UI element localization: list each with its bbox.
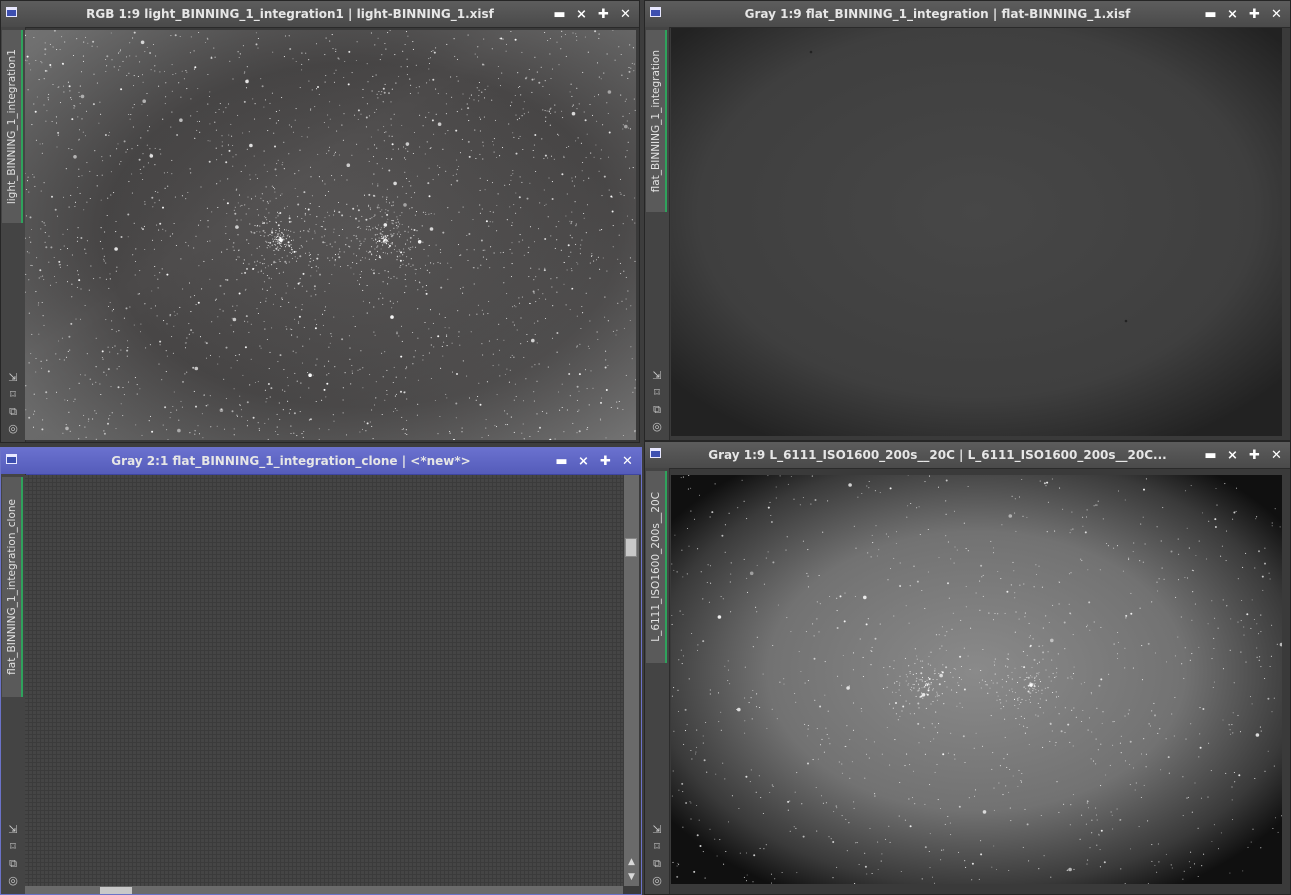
zoom-icon[interactable]: ⌑ bbox=[10, 839, 16, 854]
stf-icon[interactable]: ◎ bbox=[8, 421, 18, 436]
fit-view-icon[interactable]: ⇲ bbox=[8, 370, 17, 385]
window-title: Gray 2:1 flat_BINNING_1_integration_clon… bbox=[111, 454, 471, 468]
image-view[interactable] bbox=[671, 28, 1282, 436]
image-view[interactable] bbox=[25, 475, 623, 886]
image-view[interactable] bbox=[25, 30, 636, 440]
view-tab[interactable]: flat_BINNING_1_integration bbox=[646, 30, 667, 212]
minimize-button[interactable]: ▬ bbox=[1201, 446, 1220, 464]
stf-icon[interactable]: ◎ bbox=[652, 419, 662, 434]
horizontal-scrollbar[interactable] bbox=[25, 886, 623, 894]
clone-icon[interactable]: ⧉ bbox=[653, 856, 661, 871]
view-sidebar: light_BINNING_1_integration1 ⇲ ⌑ ⧉ ◎ bbox=[1, 27, 26, 442]
view-tab-label: light_BINNING_1_integration1 bbox=[5, 48, 18, 205]
window-title: Gray 1:9 flat_BINNING_1_integration | fl… bbox=[744, 7, 1131, 21]
image-window-light[interactable]: RGB 1:9 light_BINNING_1_integration1 | l… bbox=[0, 0, 640, 443]
window-system-icon[interactable] bbox=[6, 7, 17, 17]
minimize-button[interactable]: ▬ bbox=[550, 5, 569, 23]
maximize-button[interactable]: ✚ bbox=[1245, 5, 1264, 23]
shade-button[interactable]: ⨯ bbox=[572, 5, 591, 23]
close-button[interactable]: ✕ bbox=[1267, 446, 1286, 464]
view-tab-label: flat_BINNING_1_integration bbox=[649, 49, 662, 193]
horizontal-scroll-thumb[interactable] bbox=[100, 887, 132, 894]
scroll-down-arrow[interactable]: ▼ bbox=[624, 871, 639, 883]
stf-icon[interactable]: ◎ bbox=[652, 873, 662, 888]
shade-button[interactable]: ⨯ bbox=[1223, 446, 1242, 464]
shade-button[interactable]: ⨯ bbox=[574, 452, 593, 470]
view-tab[interactable]: flat_BINNING_1_integration_clone bbox=[2, 477, 23, 697]
view-sidebar: flat_BINNING_1_integration ⇲ ⌑ ⧉ ◎ bbox=[645, 27, 670, 440]
close-button[interactable]: ✕ bbox=[616, 5, 635, 23]
image-view[interactable] bbox=[671, 475, 1282, 884]
zoom-icon[interactable]: ⌑ bbox=[654, 839, 660, 854]
zoomed-pixel-grid bbox=[25, 475, 623, 886]
window-system-icon[interactable] bbox=[6, 454, 17, 464]
maximize-button[interactable]: ✚ bbox=[594, 5, 613, 23]
star-field-image bbox=[671, 475, 1282, 884]
minimize-button[interactable]: ▬ bbox=[552, 452, 571, 470]
view-sidebar: L_6111_ISO1600_200s__20C ⇲ ⌑ ⧉ ◎ bbox=[645, 468, 670, 894]
titlebar[interactable]: Gray 1:9 L_6111_ISO1600_200s__20C | L_61… bbox=[645, 442, 1290, 469]
zoom-icon[interactable]: ⌑ bbox=[654, 385, 660, 400]
titlebar[interactable]: RGB 1:9 light_BINNING_1_integration1 | l… bbox=[1, 1, 639, 28]
view-tab-label: L_6111_ISO1600_200s__20C bbox=[649, 492, 662, 642]
scroll-thumb[interactable] bbox=[625, 538, 637, 557]
clone-icon[interactable]: ⧉ bbox=[653, 402, 661, 417]
titlebar[interactable]: Gray 1:9 flat_BINNING_1_integration | fl… bbox=[645, 1, 1290, 28]
image-window-clone[interactable]: Gray 2:1 flat_BINNING_1_integration_clon… bbox=[0, 447, 642, 895]
window-system-icon[interactable] bbox=[650, 448, 661, 458]
view-tab[interactable]: L_6111_ISO1600_200s__20C bbox=[646, 471, 667, 663]
star-field-image bbox=[25, 30, 636, 440]
view-tab[interactable]: light_BINNING_1_integration1 bbox=[2, 30, 23, 223]
zoom-icon[interactable]: ⌑ bbox=[10, 387, 16, 402]
image-window-flat[interactable]: Gray 1:9 flat_BINNING_1_integration | fl… bbox=[644, 0, 1291, 441]
vertical-scrollbar[interactable]: ▲ ▼ bbox=[624, 475, 639, 886]
stf-icon[interactable]: ◎ bbox=[8, 873, 18, 888]
fit-view-icon[interactable]: ⇲ bbox=[8, 822, 17, 837]
window-title: Gray 1:9 L_6111_ISO1600_200s__20C | L_61… bbox=[708, 448, 1167, 462]
titlebar[interactable]: Gray 2:1 flat_BINNING_1_integration_clon… bbox=[1, 448, 641, 475]
fit-view-icon[interactable]: ⇲ bbox=[652, 368, 661, 383]
clone-icon[interactable]: ⧉ bbox=[9, 856, 17, 871]
view-sidebar: flat_BINNING_1_integration_clone ⇲ ⌑ ⧉ ◎ bbox=[1, 474, 26, 894]
maximize-button[interactable]: ✚ bbox=[1245, 446, 1264, 464]
scroll-up-arrow[interactable]: ▲ bbox=[624, 856, 639, 868]
image-window-light-frame[interactable]: Gray 1:9 L_6111_ISO1600_200s__20C | L_61… bbox=[644, 441, 1291, 895]
window-system-icon[interactable] bbox=[650, 7, 661, 17]
flat-frame-image bbox=[671, 28, 1282, 436]
minimize-button[interactable]: ▬ bbox=[1201, 5, 1220, 23]
fit-view-icon[interactable]: ⇲ bbox=[652, 822, 661, 837]
close-button[interactable]: ✕ bbox=[618, 452, 637, 470]
maximize-button[interactable]: ✚ bbox=[596, 452, 615, 470]
window-title: RGB 1:9 light_BINNING_1_integration1 | l… bbox=[86, 7, 494, 21]
shade-button[interactable]: ⨯ bbox=[1223, 5, 1242, 23]
clone-icon[interactable]: ⧉ bbox=[9, 404, 17, 419]
close-button[interactable]: ✕ bbox=[1267, 5, 1286, 23]
view-tab-label: flat_BINNING_1_integration_clone bbox=[5, 499, 18, 675]
